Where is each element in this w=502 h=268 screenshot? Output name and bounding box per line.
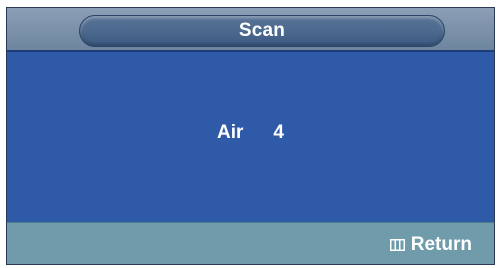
return-label: Return	[410, 234, 472, 255]
menu-icon	[389, 239, 405, 251]
title-bar: Scan	[7, 8, 494, 52]
footer-bar: Return	[7, 222, 494, 264]
channel-number: 4	[273, 122, 284, 143]
title-pill: Scan	[79, 15, 445, 47]
channel-band-label: Air	[217, 122, 244, 143]
return-button[interactable]: Return	[389, 232, 472, 258]
page-title: Scan	[238, 20, 286, 41]
scan-osd-window: Scan Air 4 Return	[6, 7, 495, 265]
scan-content-area: Air 4	[7, 52, 494, 222]
channel-status: Air 4	[7, 122, 494, 144]
